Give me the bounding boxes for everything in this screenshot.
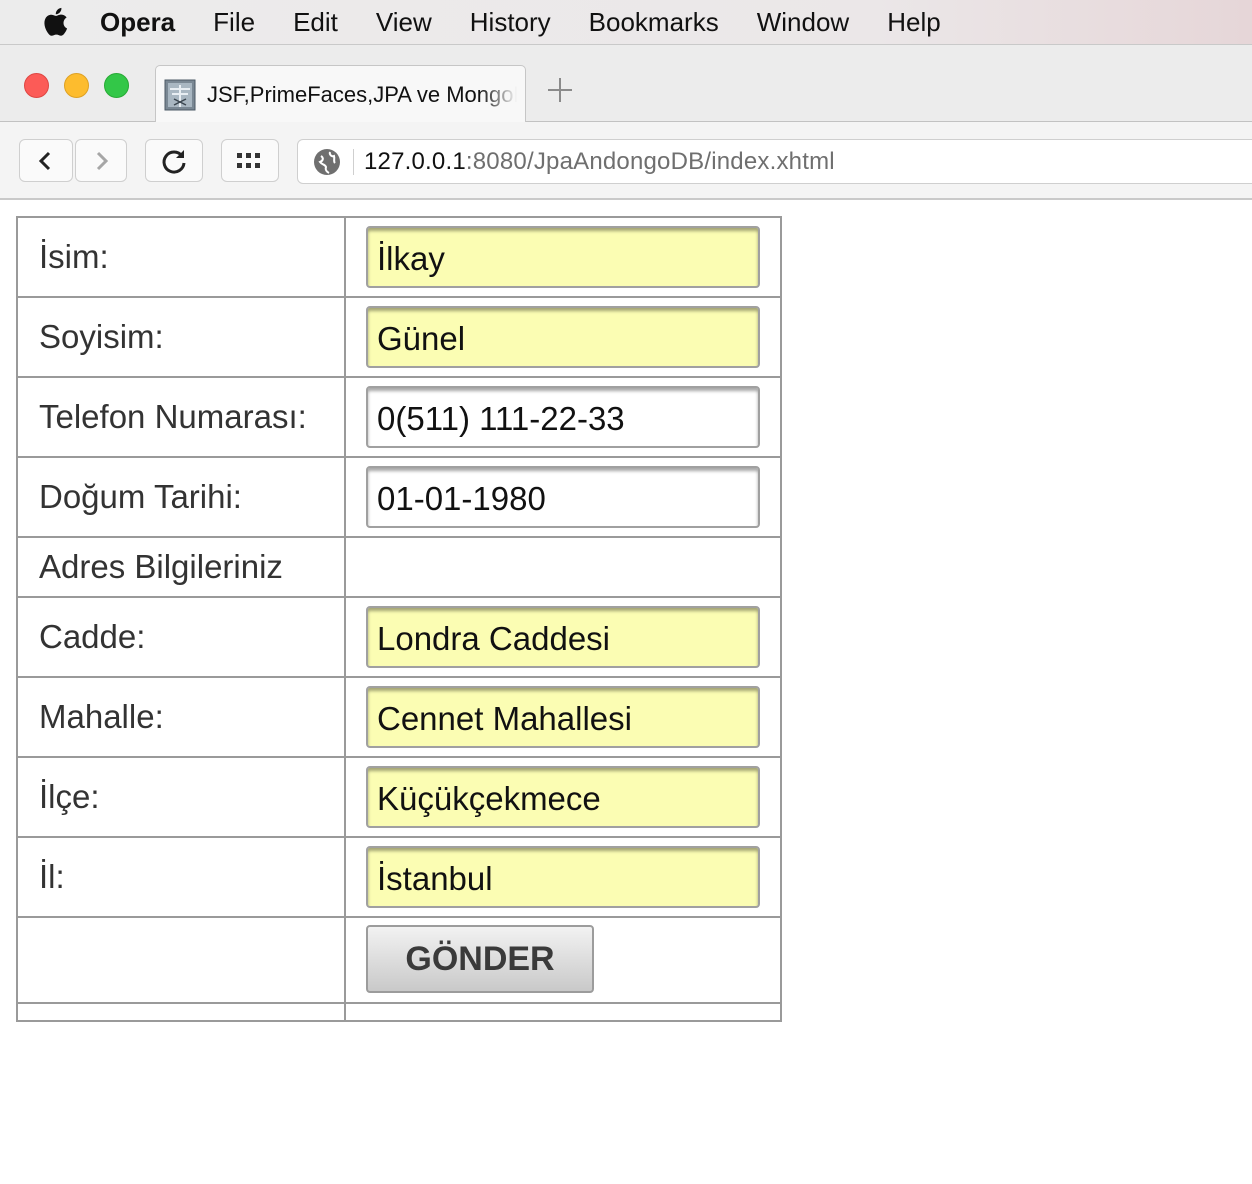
footer-empty-cell-right (344, 1002, 782, 1022)
telefon-cell (344, 376, 782, 458)
form-row-isim: İsim: (16, 216, 782, 298)
form-row-telefon: Telefon Numarası: (16, 376, 782, 458)
chevron-right-icon (96, 151, 109, 170)
window-minimize-button[interactable] (64, 73, 89, 98)
reload-button[interactable] (145, 139, 203, 182)
url-text: 127.0.0.1:8080/JpaAndongoDB/index.xhtml (364, 148, 835, 176)
form-row-ilce: İlçe: (16, 756, 782, 838)
window-close-button[interactable] (24, 73, 49, 98)
form-row-mahalle: Mahalle: (16, 676, 782, 758)
new-tab-plus-icon[interactable] (545, 75, 575, 105)
dogum-tarihi-cell (344, 456, 782, 538)
soyisim-label: Soyisim: (16, 296, 346, 378)
mahalle-label: Mahalle: (16, 676, 346, 758)
il-cell (344, 836, 782, 918)
form-row-adres-heading: Adres Bilgileriniz (16, 536, 782, 598)
soyisim-input[interactable] (366, 306, 760, 368)
form-row-cadde: Cadde: (16, 596, 782, 678)
isim-input[interactable] (366, 226, 760, 288)
adres-heading-empty-cell (344, 536, 782, 598)
grid-icon (237, 152, 260, 168)
telefon-label: Telefon Numarası: (16, 376, 346, 458)
soyisim-cell (344, 296, 782, 378)
registration-form-table: İsim: Soyisim: Telefon Numarası: Doğum T… (16, 216, 782, 1022)
telefon-input[interactable] (366, 386, 760, 448)
form-row-dogum-tarihi: Doğum Tarihi: (16, 456, 782, 538)
cadde-cell (344, 596, 782, 678)
submit-cell: GÖNDER (344, 916, 782, 1004)
chevron-left-icon (38, 151, 51, 170)
cadde-input[interactable] (366, 606, 760, 668)
cadde-label: Cadde: (16, 596, 346, 678)
form-row-submit: GÖNDER (16, 916, 782, 1004)
menu-view[interactable]: View (376, 7, 432, 38)
browser-tab[interactable]: JSF,PrimeFaces,JPA ve MongoDB (155, 65, 526, 123)
mahalle-input[interactable] (366, 686, 760, 748)
back-button[interactable] (19, 139, 73, 182)
apple-logo-icon[interactable] (40, 7, 70, 37)
browser-toolbar: 127.0.0.1:8080/JpaAndongoDB/index.xhtml (0, 122, 1252, 200)
forward-button[interactable] (75, 139, 127, 182)
menu-help[interactable]: Help (887, 7, 940, 38)
adres-heading: Adres Bilgileriniz (16, 536, 346, 598)
menu-history[interactable]: History (470, 7, 551, 38)
menu-window[interactable]: Window (757, 7, 849, 38)
tab-title: JSF,PrimeFaces,JPA ve MongoDB (207, 81, 517, 107)
gonder-submit-button[interactable]: GÖNDER (366, 925, 594, 993)
reload-icon (162, 149, 186, 174)
tab-strip: JSF,PrimeFaces,JPA ve MongoDB (0, 45, 1252, 123)
form-row-il: İl: (16, 836, 782, 918)
dogum-tarihi-input[interactable] (366, 466, 760, 528)
address-bar-separator (353, 148, 354, 175)
menu-app-opera[interactable]: Opera (100, 7, 175, 38)
submit-empty-cell (16, 916, 346, 1004)
page-favicon-icon (164, 79, 196, 110)
ilce-label: İlçe: (16, 756, 346, 838)
window-zoom-button[interactable] (104, 73, 129, 98)
macos-menu-bar: Opera File Edit View History Bookmarks W… (0, 0, 1252, 45)
globe-icon (314, 148, 340, 175)
ilce-input[interactable] (366, 766, 760, 828)
footer-empty-cell-left (16, 1002, 346, 1022)
ilce-cell (344, 756, 782, 838)
menu-bookmarks[interactable]: Bookmarks (589, 7, 719, 38)
menu-edit[interactable]: Edit (293, 7, 338, 38)
dogum-tarihi-label: Doğum Tarihi: (16, 456, 346, 538)
isim-label: İsim: (16, 216, 346, 298)
menu-file[interactable]: File (213, 7, 255, 38)
form-row-soyisim: Soyisim: (16, 296, 782, 378)
il-input[interactable] (366, 846, 760, 908)
url-host: 127.0.0.1 (364, 147, 466, 175)
form-row-footer (16, 1002, 782, 1022)
mahalle-cell (344, 676, 782, 758)
url-path: :8080/JpaAndongoDB/index.xhtml (465, 147, 835, 175)
il-label: İl: (16, 836, 346, 918)
address-bar[interactable]: 127.0.0.1:8080/JpaAndongoDB/index.xhtml (297, 139, 1252, 184)
speed-dial-button[interactable] (221, 139, 279, 182)
isim-cell (344, 216, 782, 298)
